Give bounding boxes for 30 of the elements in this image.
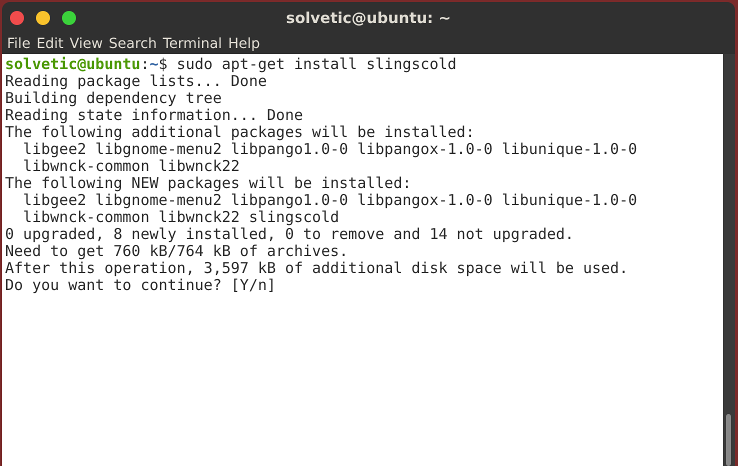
output-line: The following NEW packages will be installed: <box>5 174 412 192</box>
output-line: The following additional packages will be installed: <box>5 123 475 141</box>
menu-item[interactable]: Terminal <box>160 36 226 52</box>
menu-item[interactable]: File <box>5 36 34 52</box>
prompt-path: ~ <box>150 55 159 73</box>
output-line: Reading state information... Done <box>5 106 304 124</box>
output-line: Do you want to continue? [Y/n] <box>5 276 276 294</box>
output-line: libwnck-common libwnck22 slingscold <box>22 208 340 226</box>
output-line: Building dependency tree <box>5 89 222 107</box>
output-line: libgee2 libgnome-menu2 libpango1.0-0 libpangox-1.0-0 libunique-1.0-0 <box>22 140 638 158</box>
minimize-button[interactable] <box>36 10 50 24</box>
menu-item[interactable]: Edit <box>34 36 68 52</box>
maximize-button[interactable] <box>62 10 76 24</box>
prompt-separator: : <box>140 55 150 73</box>
output-line: Reading package lists... Done <box>5 72 267 90</box>
output-line: 0 upgraded, 8 newly installed, 0 to remove and 14 not upgraded. <box>5 225 574 243</box>
menu-item[interactable]: Search <box>106 36 161 52</box>
command-text: sudo apt-get install slingscold <box>176 55 457 73</box>
scrollbar[interactable] <box>723 54 735 466</box>
window-title: solvetic@ubuntu: ~ <box>286 8 451 26</box>
prompt-symbol: $ <box>158 55 168 73</box>
scroll-thumb[interactable] <box>726 414 731 466</box>
prompt-user-host: solvetic@ubuntu <box>5 55 140 73</box>
output-line: After this operation, 3,597 kB of additional disk space will be used. <box>5 259 628 277</box>
menu-item[interactable]: View <box>68 36 107 52</box>
close-button[interactable] <box>10 10 24 24</box>
output-line: libwnck-common libwnck22 <box>22 157 240 175</box>
output-line: Need to get 760 kB/764 kB of archives. <box>5 242 348 260</box>
output-line: libgee2 libgnome-menu2 libpango1.0-0 libpangox-1.0-0 libunique-1.0-0 <box>22 191 638 209</box>
menu-item[interactable]: Help <box>226 36 264 52</box>
